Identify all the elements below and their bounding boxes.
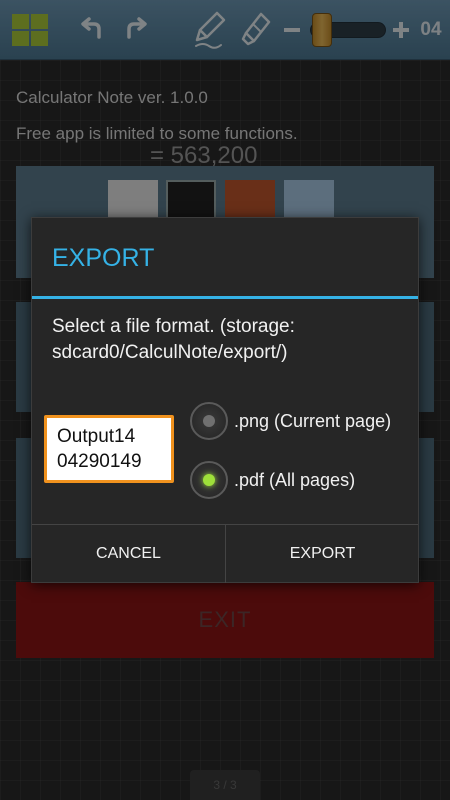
filename-input[interactable]: Output14 04290149 <box>44 415 174 483</box>
title-divider <box>32 296 418 299</box>
dialog-message: Select a file format. (storage: sdcard0/… <box>52 316 295 363</box>
dialog-title: EXPORT <box>52 244 155 272</box>
filename-line-1: Output14 <box>57 426 136 447</box>
pdf-option-label: .pdf (All pages) <box>234 469 356 490</box>
export-button[interactable]: EXPORT <box>226 525 419 583</box>
png-radio-button[interactable] <box>190 402 228 440</box>
filename-line-2: 04290149 <box>57 451 142 472</box>
png-option[interactable]: .png (Current page) <box>190 402 391 440</box>
pdf-option[interactable]: .pdf (All pages) <box>190 461 355 499</box>
cancel-button[interactable]: CANCEL <box>32 525 225 583</box>
png-option-label: .png (Current page) <box>234 410 392 431</box>
pdf-radio-button[interactable] <box>190 461 228 499</box>
export-dialog: EXPORT Select a file format. (storage: s… <box>31 217 419 583</box>
